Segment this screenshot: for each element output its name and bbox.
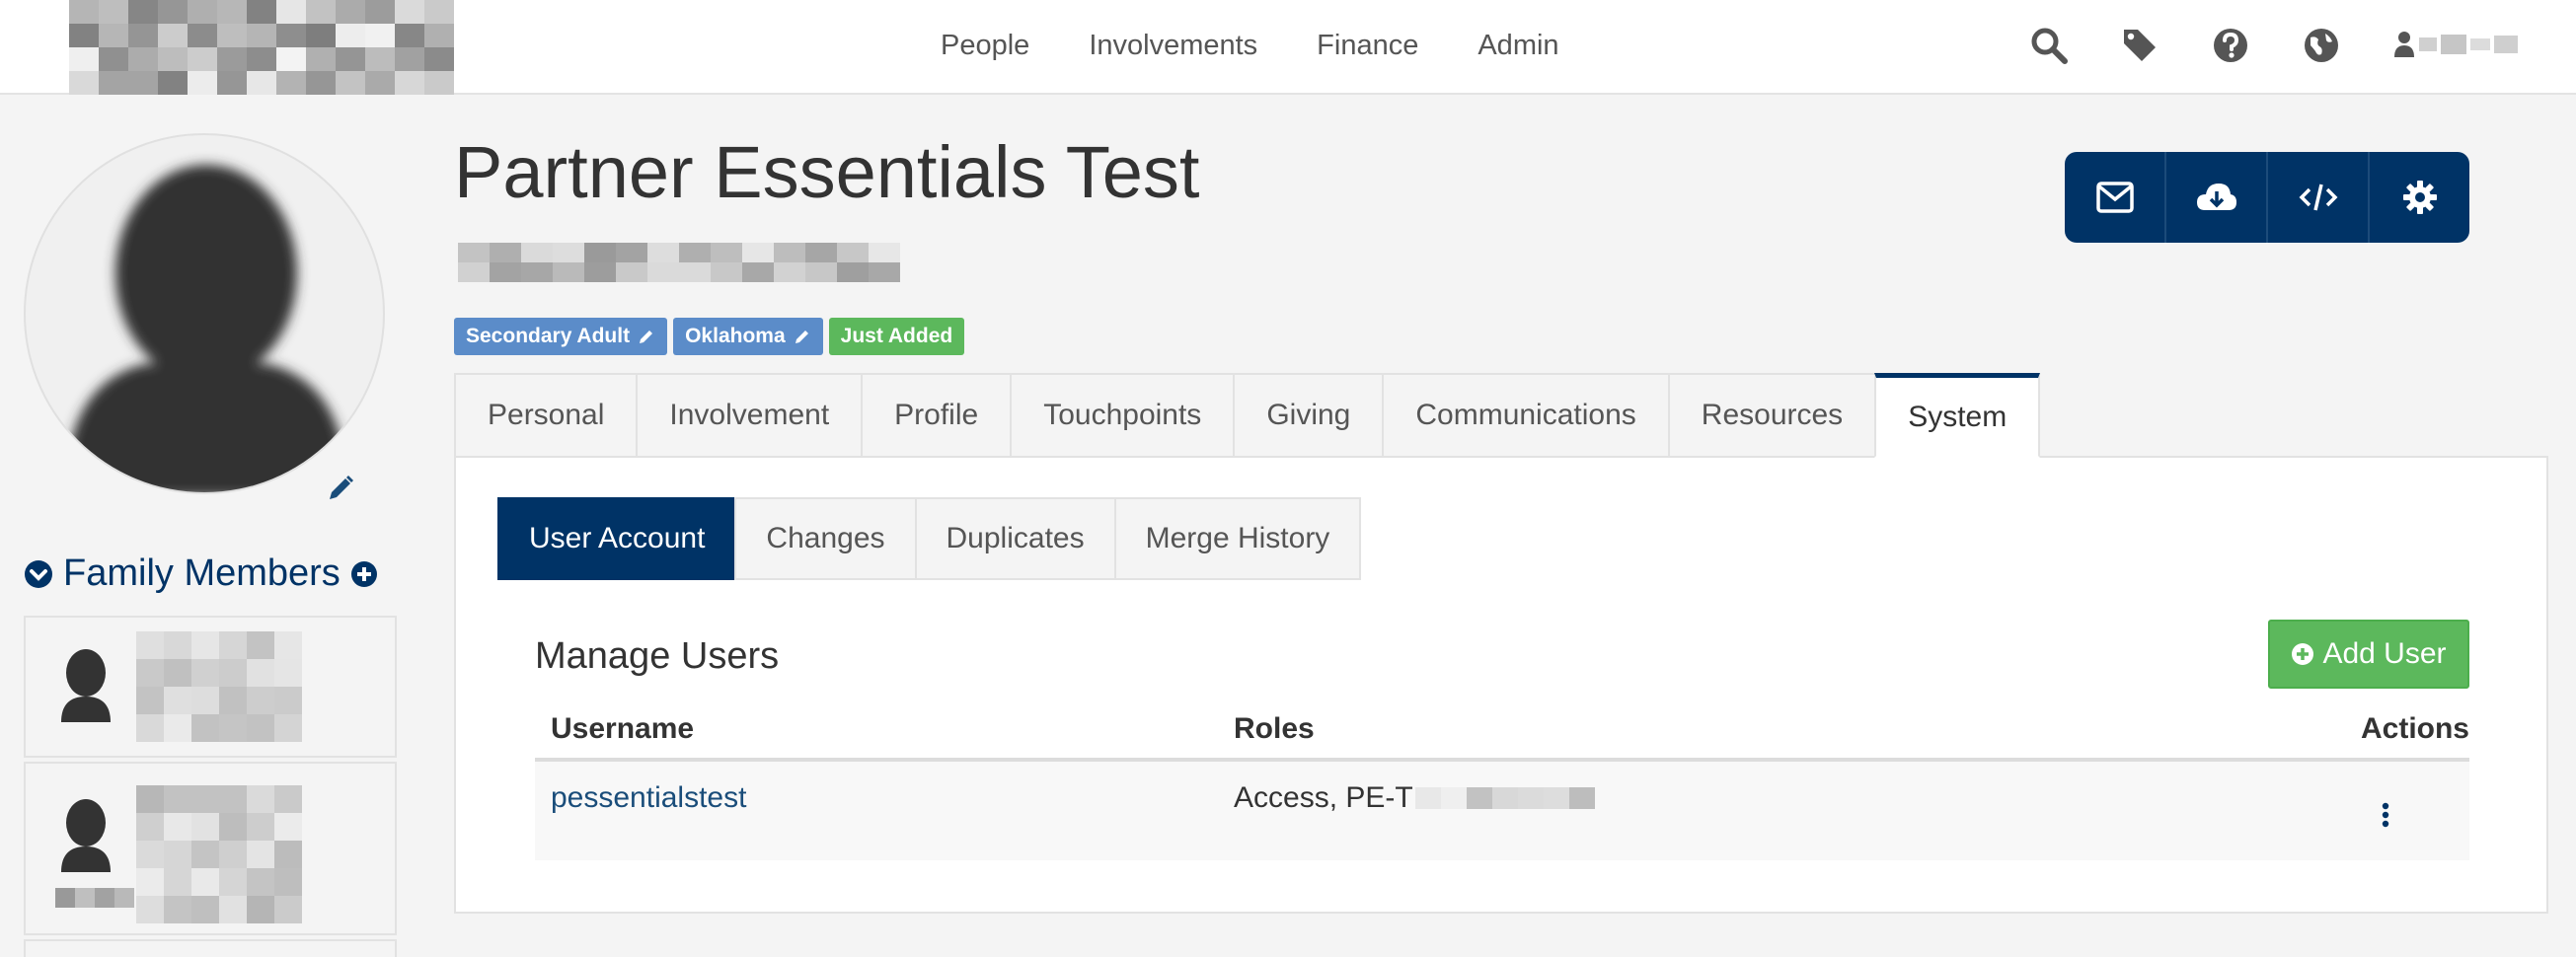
code-icon bbox=[2299, 184, 2337, 211]
badge-just-added: Just Added bbox=[828, 318, 965, 355]
code-button[interactable] bbox=[2268, 152, 2370, 243]
profile-avatar[interactable] bbox=[24, 133, 385, 494]
nav-item-admin[interactable]: Admin bbox=[1477, 30, 1558, 62]
column-header-roles[interactable]: Roles bbox=[1234, 712, 1315, 746]
settings-button[interactable] bbox=[2370, 152, 2469, 243]
badge-label: Oklahoma bbox=[685, 325, 786, 347]
column-header-username[interactable]: Username bbox=[551, 712, 694, 746]
globe-icon[interactable] bbox=[2302, 26, 2341, 65]
page-title: Partner Essentials Test bbox=[454, 131, 1200, 213]
badge-member-status[interactable]: Secondary Adult bbox=[454, 318, 668, 355]
add-user-button[interactable]: Add User bbox=[2268, 620, 2469, 689]
pencil-icon bbox=[640, 331, 653, 343]
family-member-avatar bbox=[61, 649, 111, 722]
nav-item-finance[interactable]: Finance bbox=[1317, 30, 1418, 62]
envelope-icon bbox=[2095, 182, 2134, 213]
tag-icon[interactable] bbox=[2120, 26, 2159, 65]
tab-resources[interactable]: Resources bbox=[1667, 373, 1875, 458]
nav-item-involvements[interactable]: Involvements bbox=[1089, 30, 1257, 62]
tab-giving[interactable]: Giving bbox=[1233, 373, 1383, 458]
email-button[interactable] bbox=[2065, 152, 2166, 243]
tab-system[interactable]: System bbox=[1874, 373, 2041, 458]
contact-info-redacted bbox=[458, 243, 900, 282]
main-nav: People Involvements Finance Admin bbox=[941, 0, 1559, 91]
subtab-duplicates[interactable]: Duplicates bbox=[914, 497, 1114, 580]
profile-tabs: Personal Involvement Profile Touchpoints… bbox=[454, 373, 2041, 458]
person-silhouette bbox=[65, 165, 347, 492]
family-member-name-redacted bbox=[136, 631, 302, 742]
tab-profile[interactable]: Profile bbox=[861, 373, 1011, 458]
badge-label: Secondary Adult bbox=[466, 325, 631, 347]
family-member-card[interactable] bbox=[24, 762, 397, 935]
add-user-label: Add User bbox=[2322, 637, 2447, 670]
edit-photo-pencil-icon[interactable] bbox=[326, 474, 355, 503]
badge-label: Just Added bbox=[840, 325, 953, 347]
family-member-card[interactable] bbox=[24, 939, 397, 957]
add-family-member-icon[interactable] bbox=[350, 560, 378, 588]
user-menu[interactable] bbox=[2393, 30, 2522, 59]
family-member-label-redacted bbox=[55, 888, 134, 908]
subtab-merge-history[interactable]: Merge History bbox=[1113, 497, 1362, 580]
tab-touchpoints[interactable]: Touchpoints bbox=[1010, 373, 1234, 458]
tab-communications[interactable]: Communications bbox=[1382, 373, 1668, 458]
search-icon[interactable] bbox=[2029, 26, 2069, 65]
download-button[interactable] bbox=[2166, 152, 2268, 243]
system-tab-panel: User Account Changes Duplicates Merge Hi… bbox=[454, 456, 2548, 914]
roles-cell: Access, PE-T bbox=[1234, 781, 1595, 815]
family-member-name-redacted bbox=[136, 785, 302, 923]
table-row: pessentialstest Access, PE-T bbox=[535, 762, 2469, 860]
username-cell: pessentialstest bbox=[551, 781, 746, 815]
roles-redacted bbox=[1414, 787, 1595, 809]
manage-users-heading: Manage Users bbox=[535, 635, 780, 677]
logo[interactable] bbox=[69, 0, 454, 95]
ellipsis-vertical-icon bbox=[2382, 802, 2389, 828]
column-header-actions: Actions bbox=[2360, 712, 2469, 745]
system-subtabs: User Account Changes Duplicates Merge Hi… bbox=[497, 497, 1362, 580]
roles-text: Access, PE-T bbox=[1234, 781, 1413, 814]
table-header: Username Roles Actions bbox=[535, 695, 2469, 762]
family-member-avatar bbox=[61, 799, 111, 872]
family-members-title[interactable]: Family Members bbox=[63, 552, 341, 595]
profile-action-group bbox=[2065, 152, 2469, 243]
pencil-icon bbox=[795, 331, 808, 343]
subtab-user-account[interactable]: User Account bbox=[497, 497, 735, 580]
gear-icon bbox=[2402, 181, 2437, 214]
tab-involvement[interactable]: Involvement bbox=[636, 373, 862, 458]
plus-circle-icon bbox=[2292, 643, 2314, 665]
tab-personal[interactable]: Personal bbox=[454, 373, 637, 458]
users-table: Username Roles Actions pessentialstest A… bbox=[535, 695, 2469, 860]
row-actions-menu[interactable] bbox=[2371, 797, 2400, 833]
question-circle-icon[interactable] bbox=[2211, 26, 2250, 65]
family-members-header: Family Members bbox=[24, 552, 378, 595]
subtab-changes[interactable]: Changes bbox=[734, 497, 915, 580]
chevron-circle-down-icon[interactable] bbox=[24, 559, 53, 589]
top-navbar: People Involvements Finance Admin bbox=[0, 0, 2576, 95]
cloud-download-icon bbox=[2196, 184, 2236, 210]
badge-campus[interactable]: Oklahoma bbox=[673, 318, 823, 355]
badge-group: Secondary Adult Oklahoma Just Added bbox=[454, 318, 965, 355]
nav-item-people[interactable]: People bbox=[941, 30, 1029, 62]
user-icon bbox=[2394, 32, 2414, 57]
family-member-card[interactable] bbox=[24, 616, 397, 758]
username-link[interactable]: pessentialstest bbox=[551, 781, 746, 814]
